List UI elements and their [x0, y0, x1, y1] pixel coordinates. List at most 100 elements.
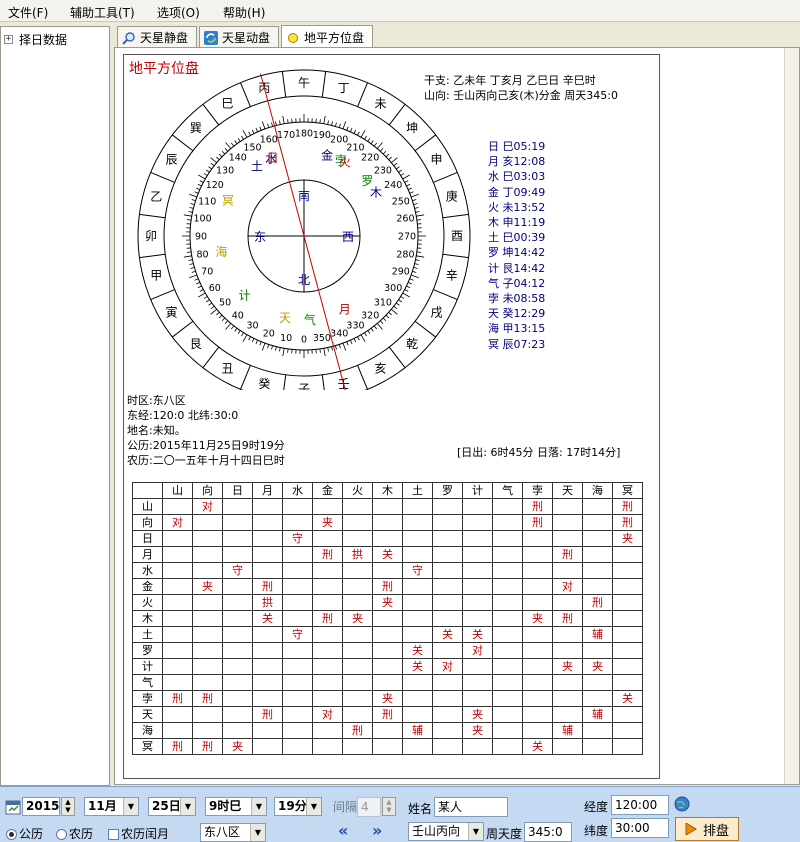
degree-tick [191, 270, 196, 273]
aspect-table: 山向日月水金火木土罗计气孛天海冥山对刑刑向对夹刑刑日守夹月刑拱关刑水守守金夹刑刑… [132, 482, 643, 755]
mountain-label: 午 [298, 76, 310, 90]
degree-label: 40 [232, 310, 244, 321]
aspect-cell: 辅 [582, 706, 613, 723]
name-input[interactable]: 某人 [434, 797, 508, 817]
degree-tick [210, 305, 215, 309]
minute-select[interactable]: 19分 ▼ [274, 797, 322, 816]
degree-tick [196, 282, 201, 285]
aspect-row: 火拱夹刑 [132, 594, 643, 611]
aspect-col-header: 向 [192, 482, 223, 499]
mountain-label: 巳 [221, 96, 233, 110]
aspect-row: 水守守 [132, 562, 643, 579]
aspect-col-header: 日 [222, 482, 253, 499]
tree-node-date-data[interactable]: + 择日数据 [4, 31, 67, 48]
degree-tick [391, 308, 398, 315]
aspect-cell [492, 626, 523, 643]
direction-label: 南 [298, 188, 310, 203]
leap-month-checkbox[interactable]: 农历闰月 [108, 825, 169, 842]
aspect-cell [192, 658, 223, 675]
aspect-cell [462, 578, 493, 595]
degree-label: 90 [195, 232, 207, 243]
aspect-col-header: 计 [462, 482, 493, 499]
planet-row: 冥 辰07:23 [488, 337, 546, 351]
hour-select[interactable]: 9时巳 ▼ [205, 797, 267, 816]
aspect-cell [312, 530, 343, 547]
aspect-cell: 夹 [372, 690, 403, 707]
aspect-cell [312, 562, 343, 579]
timezone-select[interactable]: 东八区 ▼ [200, 823, 266, 842]
submit-chart-button[interactable]: 排盘 [675, 817, 739, 841]
aspect-cell [342, 658, 373, 675]
tab-horizon-chart[interactable]: 地平方位盘 [281, 25, 373, 49]
globe-icon[interactable] [674, 796, 690, 812]
degree-tick [183, 214, 192, 217]
degree-tick [203, 173, 208, 176]
prev-button[interactable]: « [338, 821, 348, 840]
degree-label: 240 [384, 180, 402, 191]
interval-input[interactable]: 4 [357, 797, 381, 817]
radio-lunar[interactable]: 农历 [56, 825, 93, 842]
mountain-label: 辛 [446, 269, 458, 283]
aspect-row: 土 守 关关 辅 [132, 626, 643, 643]
aspect-cell: 刑 [522, 514, 553, 531]
aspect-cell: 刑 [612, 498, 643, 515]
aspect-cell [492, 738, 523, 755]
degree-tick [373, 325, 377, 330]
degree-tick [342, 342, 347, 351]
planet-row: 金 丁09:49 [488, 185, 546, 199]
aspect-col-header: 天 [552, 482, 583, 499]
sunrise-sunset: [日出: 6时45分 日落: 17时14分] [457, 446, 621, 459]
degree-tick [241, 332, 244, 337]
aspect-cell [432, 610, 463, 627]
tab-dynamic-chart[interactable]: 天星动盘 [199, 26, 279, 48]
wheel-planet: 计 [239, 288, 251, 302]
wheel-planet: 天 [279, 311, 291, 325]
degree-tick [357, 131, 360, 136]
menu-file[interactable]: 文件(F) [8, 4, 48, 21]
aspect-col-header: 火 [342, 482, 373, 499]
aspect-cell [582, 546, 613, 563]
zhoutian-input[interactable]: 345:0 [524, 822, 572, 842]
refresh-icon [204, 30, 218, 45]
year-input[interactable]: 2015 [22, 797, 60, 816]
aspect-cell [432, 690, 463, 707]
expand-icon[interactable]: + [4, 35, 13, 44]
menu-tools[interactable]: 辅助工具(T) [70, 4, 135, 21]
radio-solar[interactable]: 公历 [6, 825, 43, 842]
info-line: 地名:未知。 [127, 424, 186, 437]
degree-tick [400, 173, 405, 176]
aspect-cell [522, 594, 553, 611]
aspect-cell [282, 546, 313, 563]
info-line: 公历:2015年11月25日9时19分 [127, 439, 285, 452]
interval-spinner[interactable]: ▲ ▼ [382, 797, 396, 816]
degree-tick [261, 342, 266, 351]
latitude-input[interactable]: 30:00 [611, 818, 669, 838]
wheel-planet: 月 [339, 302, 351, 316]
aspect-cell: 刑 [192, 738, 223, 755]
aspect-cell [462, 674, 493, 691]
calendar-icon[interactable] [5, 799, 21, 815]
degree-tick [357, 336, 360, 341]
aspect-cell [462, 498, 493, 515]
mountain-select[interactable]: 壬山丙向 ▼ [408, 822, 484, 841]
aspect-cell [582, 514, 613, 531]
aspect-cell [282, 594, 313, 611]
planet-row: 日 巳05:19 [488, 140, 546, 153]
tab-static-chart[interactable]: 天星静盘 [117, 26, 197, 48]
degree-tick [225, 142, 232, 149]
year-spinner[interactable]: ▲ ▼ [61, 797, 75, 816]
next-button[interactable]: » [372, 821, 382, 840]
vertical-scrollbar[interactable] [784, 48, 799, 784]
menu-help[interactable]: 帮助(H) [223, 4, 265, 21]
aspect-cell [162, 658, 193, 675]
degree-tick [376, 142, 383, 149]
wheel-planet: 海 [216, 244, 228, 259]
submit-label: 排盘 [702, 823, 729, 839]
day-select[interactable]: 25日 ▼ [148, 797, 196, 816]
month-select[interactable]: 11月 ▼ [84, 797, 139, 816]
aspect-cell [222, 498, 253, 515]
aspect-row-header: 日 [132, 530, 163, 547]
menu-options[interactable]: 选项(O) [157, 4, 200, 21]
longitude-input[interactable]: 120:00 [611, 795, 669, 815]
aspect-cell [612, 626, 643, 643]
